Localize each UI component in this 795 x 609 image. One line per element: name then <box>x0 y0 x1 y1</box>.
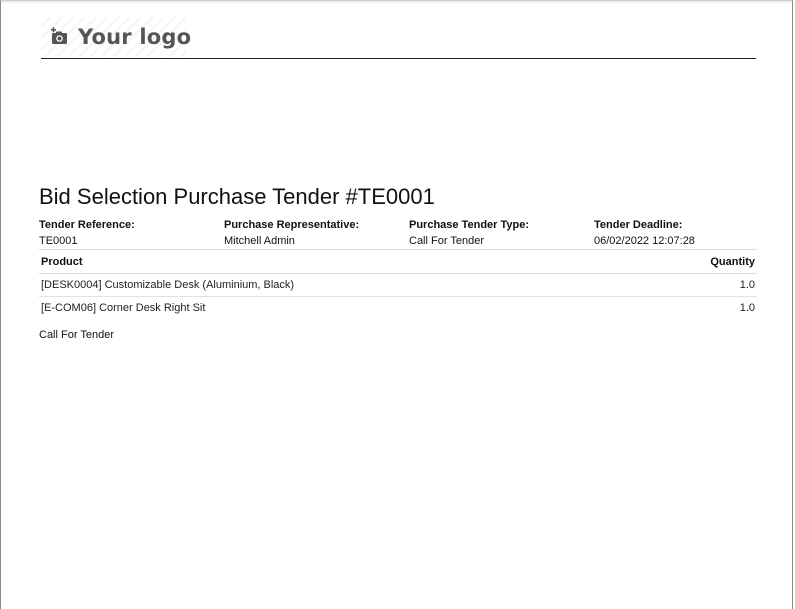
quantity-cell: 1.0 <box>642 273 757 297</box>
document-title: Bid Selection Purchase Tender #TE0001 <box>39 184 435 209</box>
product-lines-table: Product Quantity [DESK0004] Customizable… <box>39 249 757 319</box>
product-cell: [DESK0004] Customizable Desk (Aluminium,… <box>39 273 643 297</box>
tender-notes: Call For Tender <box>39 329 114 341</box>
table-header-row: Product Quantity <box>39 249 757 274</box>
column-header-quantity: Quantity <box>642 249 757 274</box>
info-purchase-tender-type: Purchase Tender Type: Call For Tender <box>409 217 529 249</box>
info-purchase-representative: Purchase Representative: Mitchell Admin <box>224 217 359 249</box>
info-value: 06/02/2022 12:07:28 <box>594 235 695 247</box>
header-divider <box>41 58 756 59</box>
table-row: [E-COM06] Corner Desk Right Sit 1.0 <box>39 297 757 320</box>
info-tender-reference: Tender Reference: TE0001 <box>39 217 135 249</box>
info-tender-deadline: Tender Deadline: 06/02/2022 12:07:28 <box>594 217 695 249</box>
tender-info: Tender Reference: TE0001 Purchase Repres… <box>39 217 757 249</box>
company-logo: Your logo <box>50 25 191 49</box>
page-top-edge <box>1 1 792 4</box>
info-value: Call For Tender <box>409 235 484 247</box>
report-page: Your logo Bid Selection Purchase Tender … <box>0 0 793 609</box>
column-header-product: Product <box>39 249 643 274</box>
quantity-cell: 1.0 <box>739 302 755 314</box>
info-label: Tender Deadline: <box>594 219 683 231</box>
product-cell: [E-COM06] Corner Desk Right Sit <box>41 302 206 314</box>
info-value: TE0001 <box>39 235 78 247</box>
info-value: Mitchell Admin <box>224 235 295 247</box>
logo-text: Your logo <box>78 25 192 49</box>
info-label: Tender Reference: <box>39 219 135 231</box>
info-label: Purchase Representative: <box>224 219 360 231</box>
table-row: [DESK0004] Customizable Desk (Aluminium,… <box>39 273 757 297</box>
info-label: Purchase Tender Type: <box>409 219 530 231</box>
camera-plus-icon <box>50 27 70 47</box>
